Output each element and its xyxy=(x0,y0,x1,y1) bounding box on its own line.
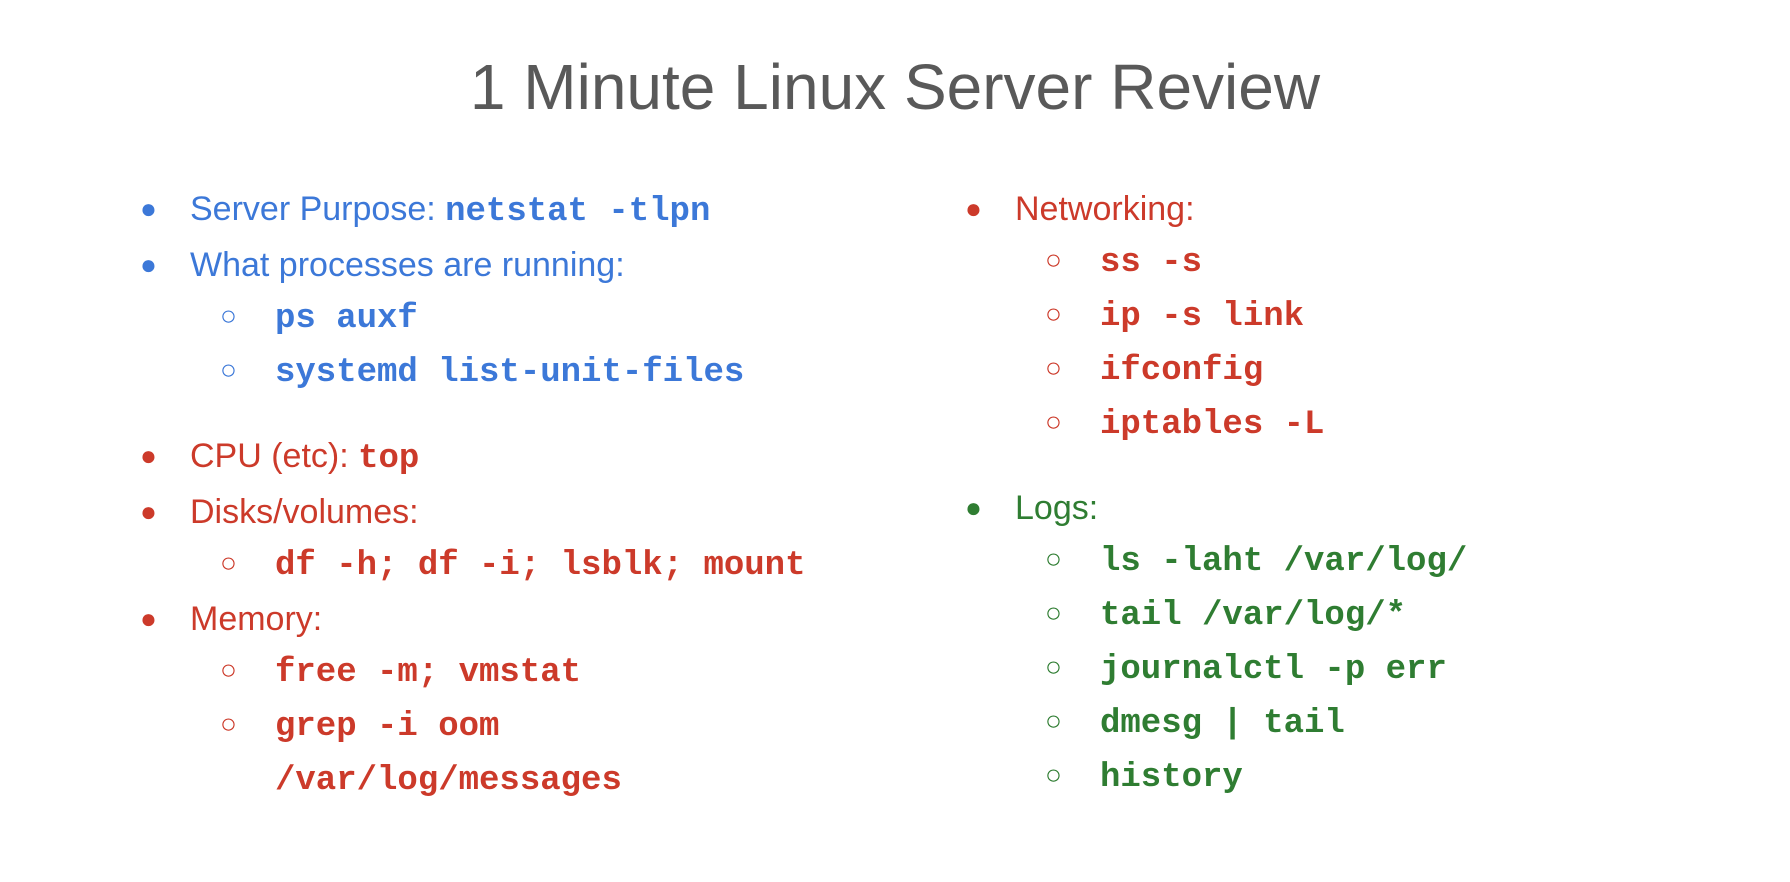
left-column: Server Purpose: netstat -tlpn What proce… xyxy=(100,184,865,809)
networking-label: Networking: xyxy=(1015,190,1195,228)
cpu-label: CPU (etc): xyxy=(190,437,358,475)
cmd-ps: ps auxf xyxy=(275,300,418,338)
slide-title: 1 Minute Linux Server Review xyxy=(100,50,1690,124)
cmd-history: history xyxy=(1100,759,1243,797)
cmd-ls-log: ls -laht /var/log/ xyxy=(1100,543,1467,581)
cmd-df: df -h; df -i; lsblk; mount xyxy=(275,547,806,585)
list-item: grep -i oom /var/log/messages xyxy=(220,699,865,807)
cmd-tail-log: tail /var/log/* xyxy=(1100,597,1406,635)
cmd-ip: ip -s link xyxy=(1100,298,1304,336)
item-memory: Memory: free -m; vmstat grep -i oom /var… xyxy=(140,594,865,807)
disks-label: Disks/volumes: xyxy=(190,493,419,531)
server-purpose-label: Server Purpose: xyxy=(190,190,445,228)
list-item: ps auxf xyxy=(220,291,865,345)
right-column: Networking: ss -s ip -s link ifconfig ip… xyxy=(925,184,1690,809)
cmd-dmesg: dmesg | tail xyxy=(1100,705,1345,743)
item-disks: Disks/volumes: df -h; df -i; lsblk; moun… xyxy=(140,487,865,592)
spacer xyxy=(925,453,1690,483)
cmd-ifconfig: ifconfig xyxy=(1100,352,1263,390)
list-item: ss -s xyxy=(1045,235,1690,289)
item-networking: Networking: ss -s ip -s link ifconfig ip… xyxy=(965,184,1690,451)
list-item: iptables -L xyxy=(1045,397,1690,451)
cmd-free: free -m; vmstat xyxy=(275,654,581,692)
cmd-ss: ss -s xyxy=(1100,244,1202,282)
item-cpu: CPU (etc): top xyxy=(140,431,865,485)
cmd-iptables: iptables -L xyxy=(1100,406,1324,444)
content-columns: Server Purpose: netstat -tlpn What proce… xyxy=(100,184,1690,809)
cmd-journalctl: journalctl -p err xyxy=(1100,651,1447,689)
list-item: ifconfig xyxy=(1045,343,1690,397)
list-item: journalctl -p err xyxy=(1045,642,1690,696)
processes-label: What processes are running: xyxy=(190,246,625,284)
list-item: df -h; df -i; lsblk; mount xyxy=(220,538,865,592)
cmd-netstat: netstat -tlpn xyxy=(445,193,710,231)
logs-label: Logs: xyxy=(1015,489,1098,527)
list-item: ip -s link xyxy=(1045,289,1690,343)
cmd-top: top xyxy=(358,440,419,478)
list-item: free -m; vmstat xyxy=(220,645,865,699)
cmd-grep-oom: grep -i oom /var/log/messages xyxy=(275,708,622,800)
list-item: history xyxy=(1045,750,1690,804)
list-item: dmesg | tail xyxy=(1045,696,1690,750)
cmd-systemd: systemd list-unit-files xyxy=(275,354,744,392)
memory-label: Memory: xyxy=(190,600,322,638)
item-server-purpose: Server Purpose: netstat -tlpn xyxy=(140,184,865,238)
list-item: tail /var/log/* xyxy=(1045,588,1690,642)
spacer xyxy=(100,401,865,431)
item-processes: What processes are running: ps auxf syst… xyxy=(140,240,865,399)
list-item: ls -laht /var/log/ xyxy=(1045,534,1690,588)
item-logs: Logs: ls -laht /var/log/ tail /var/log/*… xyxy=(965,483,1690,804)
list-item: systemd list-unit-files xyxy=(220,345,865,399)
